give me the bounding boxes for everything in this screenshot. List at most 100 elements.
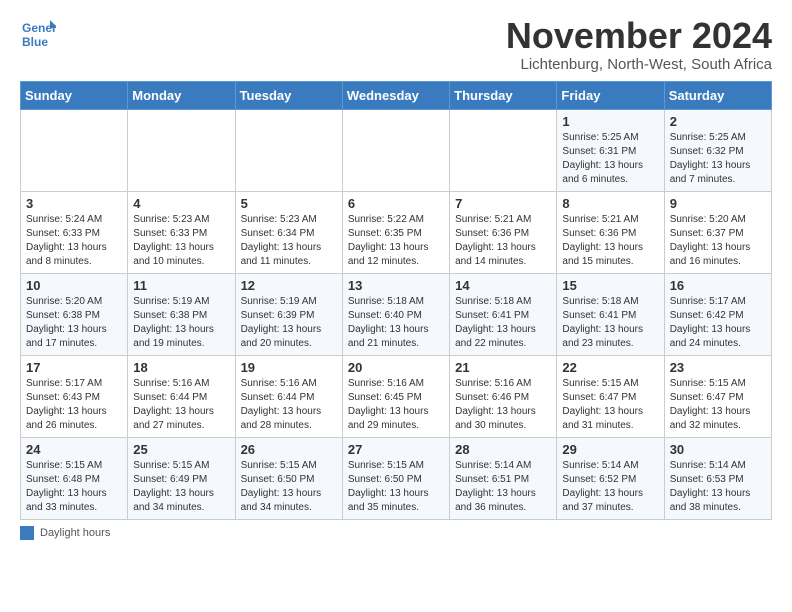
day-number: 20 [348,360,444,375]
day-number: 17 [26,360,122,375]
day-info: Sunrise: 5:19 AM Sunset: 6:39 PM Dayligh… [241,295,337,351]
weekday-header: Friday [557,81,664,109]
calendar-cell: 28 Sunrise: 5:14 AM Sunset: 6:51 PM Dayli… [450,437,557,519]
legend-box [20,526,34,540]
calendar-cell [128,109,235,191]
day-info: Sunrise: 5:22 AM Sunset: 6:35 PM Dayligh… [348,213,444,269]
day-info: Sunrise: 5:16 AM Sunset: 6:46 PM Dayligh… [455,377,551,433]
day-info: Sunrise: 5:25 AM Sunset: 6:32 PM Dayligh… [670,131,766,187]
day-number: 12 [241,278,337,293]
calendar-cell: 2 Sunrise: 5:25 AM Sunset: 6:32 PM Daylig… [664,109,771,191]
day-info: Sunrise: 5:15 AM Sunset: 6:49 PM Dayligh… [133,459,229,515]
calendar-week-row: 10 Sunrise: 5:20 AM Sunset: 6:38 PM Dayli… [21,273,772,355]
day-number: 28 [455,442,551,457]
day-number: 27 [348,442,444,457]
day-info: Sunrise: 5:24 AM Sunset: 6:33 PM Dayligh… [26,213,122,269]
day-info: Sunrise: 5:14 AM Sunset: 6:51 PM Dayligh… [455,459,551,515]
logo: General Blue [20,16,56,52]
weekday-header: Monday [128,81,235,109]
day-number: 22 [562,360,658,375]
day-number: 24 [26,442,122,457]
month-title: November 2024 [506,16,772,56]
day-number: 9 [670,196,766,211]
calendar-cell: 7 Sunrise: 5:21 AM Sunset: 6:36 PM Daylig… [450,191,557,273]
day-info: Sunrise: 5:20 AM Sunset: 6:38 PM Dayligh… [26,295,122,351]
calendar-cell: 26 Sunrise: 5:15 AM Sunset: 6:50 PM Dayli… [235,437,342,519]
day-info: Sunrise: 5:19 AM Sunset: 6:38 PM Dayligh… [133,295,229,351]
day-number: 4 [133,196,229,211]
day-number: 26 [241,442,337,457]
day-number: 30 [670,442,766,457]
calendar-week-row: 17 Sunrise: 5:17 AM Sunset: 6:43 PM Dayli… [21,355,772,437]
svg-text:Blue: Blue [22,35,48,49]
calendar-cell: 6Sunrise: 5:22 AM Sunset: 6:35 PM Daylig… [342,191,449,273]
day-info: Sunrise: 5:15 AM Sunset: 6:50 PM Dayligh… [348,459,444,515]
calendar-cell: 21 Sunrise: 5:16 AM Sunset: 6:46 PM Dayli… [450,355,557,437]
calendar-cell [21,109,128,191]
calendar-cell: 19Sunrise: 5:16 AM Sunset: 6:44 PM Dayli… [235,355,342,437]
page: General Blue November 2024 Lichtenburg, … [0,0,792,550]
day-info: Sunrise: 5:18 AM Sunset: 6:41 PM Dayligh… [455,295,551,351]
day-number: 15 [562,278,658,293]
day-info: Sunrise: 5:21 AM Sunset: 6:36 PM Dayligh… [455,213,551,269]
weekday-header: Tuesday [235,81,342,109]
day-info: Sunrise: 5:21 AM Sunset: 6:36 PM Dayligh… [562,213,658,269]
day-number: 19 [241,360,337,375]
calendar-cell: 9Sunrise: 5:20 AM Sunset: 6:37 PM Daylig… [664,191,771,273]
title-block: November 2024 Lichtenburg, North-West, S… [506,16,772,73]
day-number: 25 [133,442,229,457]
day-number: 13 [348,278,444,293]
day-number: 8 [562,196,658,211]
day-info: Sunrise: 5:15 AM Sunset: 6:47 PM Dayligh… [562,377,658,433]
weekday-header: Wednesday [342,81,449,109]
day-number: 21 [455,360,551,375]
day-info: Sunrise: 5:15 AM Sunset: 6:47 PM Dayligh… [670,377,766,433]
day-info: Sunrise: 5:17 AM Sunset: 6:43 PM Dayligh… [26,377,122,433]
weekday-header: Saturday [664,81,771,109]
day-number: 1 [562,114,658,129]
day-number: 7 [455,196,551,211]
legend-label: Daylight hours [40,527,110,539]
calendar-cell: 18Sunrise: 5:16 AM Sunset: 6:44 PM Dayli… [128,355,235,437]
day-number: 23 [670,360,766,375]
logo-svg: General Blue [20,16,56,52]
day-number: 3 [26,196,122,211]
day-info: Sunrise: 5:17 AM Sunset: 6:42 PM Dayligh… [670,295,766,351]
day-number: 11 [133,278,229,293]
day-info: Sunrise: 5:18 AM Sunset: 6:41 PM Dayligh… [562,295,658,351]
calendar-cell: 23 Sunrise: 5:15 AM Sunset: 6:47 PM Dayli… [664,355,771,437]
calendar-cell: 17 Sunrise: 5:17 AM Sunset: 6:43 PM Dayli… [21,355,128,437]
weekday-header: Thursday [450,81,557,109]
calendar-cell: 11 Sunrise: 5:19 AM Sunset: 6:38 PM Dayli… [128,273,235,355]
day-info: Sunrise: 5:23 AM Sunset: 6:33 PM Dayligh… [133,213,229,269]
calendar-week-row: 3 Sunrise: 5:24 AM Sunset: 6:33 PM Daylig… [21,191,772,273]
day-info: Sunrise: 5:15 AM Sunset: 6:50 PM Dayligh… [241,459,337,515]
calendar-cell: 4 Sunrise: 5:23 AM Sunset: 6:33 PM Daylig… [128,191,235,273]
calendar-cell: 14 Sunrise: 5:18 AM Sunset: 6:41 PM Dayli… [450,273,557,355]
day-number: 2 [670,114,766,129]
calendar-cell: 22 Sunrise: 5:15 AM Sunset: 6:47 PM Dayli… [557,355,664,437]
calendar-table: SundayMondayTuesdayWednesdayThursdayFrid… [20,81,772,520]
day-info: Sunrise: 5:16 AM Sunset: 6:44 PM Dayligh… [133,377,229,433]
calendar-cell: 5Sunrise: 5:23 AM Sunset: 6:34 PM Daylig… [235,191,342,273]
day-number: 16 [670,278,766,293]
calendar-cell: 30Sunrise: 5:14 AM Sunset: 6:53 PM Dayli… [664,437,771,519]
day-number: 10 [26,278,122,293]
day-number: 14 [455,278,551,293]
calendar-cell: 27 Sunrise: 5:15 AM Sunset: 6:50 PM Dayli… [342,437,449,519]
calendar-week-row: 1 Sunrise: 5:25 AM Sunset: 6:31 PM Daylig… [21,109,772,191]
weekday-header-row: SundayMondayTuesdayWednesdayThursdayFrid… [21,81,772,109]
day-info: Sunrise: 5:25 AM Sunset: 6:31 PM Dayligh… [562,131,658,187]
calendar-cell [450,109,557,191]
day-info: Sunrise: 5:18 AM Sunset: 6:40 PM Dayligh… [348,295,444,351]
calendar-cell: 24 Sunrise: 5:15 AM Sunset: 6:48 PM Dayli… [21,437,128,519]
calendar-cell: 3 Sunrise: 5:24 AM Sunset: 6:33 PM Daylig… [21,191,128,273]
subtitle: Lichtenburg, North-West, South Africa [506,56,772,73]
calendar-cell: 8 Sunrise: 5:21 AM Sunset: 6:36 PM Daylig… [557,191,664,273]
calendar-cell [235,109,342,191]
calendar-cell: 12 Sunrise: 5:19 AM Sunset: 6:39 PM Dayli… [235,273,342,355]
day-info: Sunrise: 5:15 AM Sunset: 6:48 PM Dayligh… [26,459,122,515]
header: General Blue November 2024 Lichtenburg, … [20,16,772,73]
calendar-cell: 13 Sunrise: 5:18 AM Sunset: 6:40 PM Dayli… [342,273,449,355]
day-info: Sunrise: 5:14 AM Sunset: 6:52 PM Dayligh… [562,459,658,515]
